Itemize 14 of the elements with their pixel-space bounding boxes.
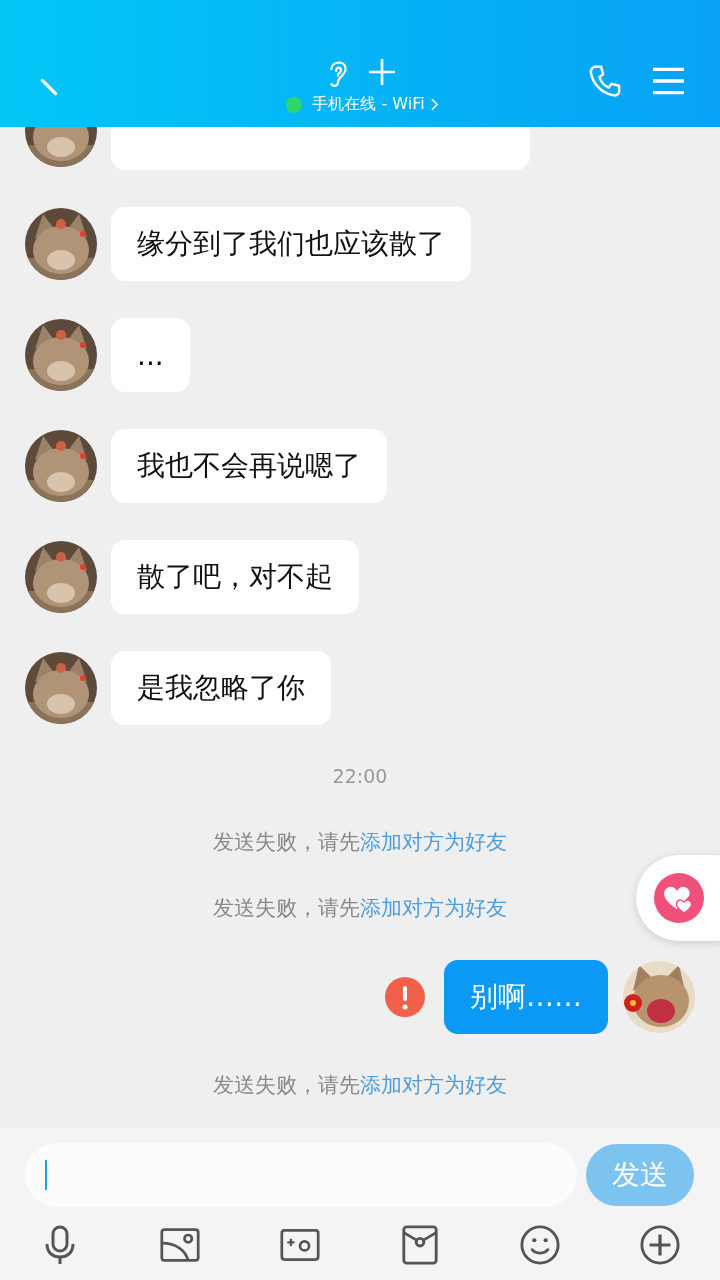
- system-notice: 发送失败，请先添加对方为好友: [213, 829, 507, 856]
- add-friend-link[interactable]: 添加对方为好友: [360, 1073, 507, 1097]
- online-status[interactable]: 手机在线 - WiFi: [312, 94, 425, 115]
- message-bubble: 缘分到了我们也应该散了: [111, 207, 471, 281]
- message-bubble: ...: [111, 318, 190, 392]
- timestamp: 22:00: [332, 765, 388, 787]
- system-notice: 发送失败，请先添加对方为好友: [213, 895, 507, 922]
- system-notice: 发送失败，请先添加对方为好友: [213, 1072, 507, 1099]
- add-friend-link[interactable]: 添加对方为好友: [360, 830, 507, 854]
- message-bubble: 是我忽略了你: [111, 651, 331, 725]
- message-bubble: 别啊……: [444, 960, 608, 1034]
- add-friend-link[interactable]: 添加对方为好友: [360, 896, 507, 920]
- message-bubble: 我也不会再说嗯了: [111, 429, 387, 503]
- message-bubble: 散了吧，对不起: [111, 540, 359, 614]
